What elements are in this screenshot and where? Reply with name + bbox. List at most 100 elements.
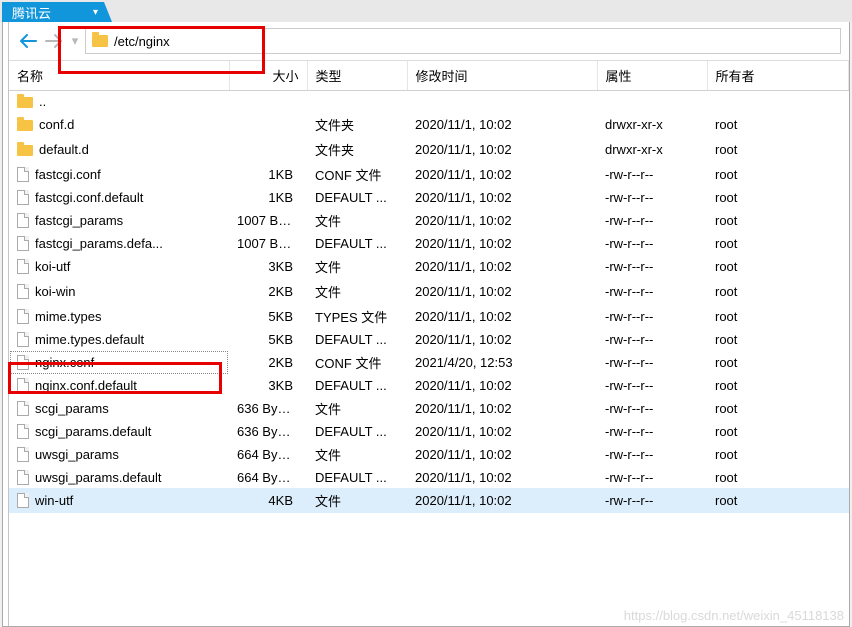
column-header[interactable]: 名称 xyxy=(9,61,229,91)
cell-type: 文件夹 xyxy=(307,112,407,137)
cell-perm xyxy=(597,91,707,113)
table-row[interactable]: mime.types5KBTYPES 文件2020/11/1, 10:02-rw… xyxy=(9,304,849,329)
history-dropdown[interactable]: ▾ xyxy=(69,30,81,52)
cell-size: 664 Bytes xyxy=(229,442,307,467)
table-row[interactable]: fastcgi_params1007 Bytes文件2020/11/1, 10:… xyxy=(9,208,849,233)
cell-mtime: 2020/11/1, 10:02 xyxy=(407,112,597,137)
chevron-down-icon: ▾ xyxy=(93,7,98,18)
file-icon xyxy=(17,213,29,228)
cell-type: 文件夹 xyxy=(307,137,407,162)
file-name: conf.d xyxy=(39,117,74,132)
table-row[interactable]: koi-utf3KB文件2020/11/1, 10:02-rw-r--r--ro… xyxy=(9,254,849,279)
file-name: default.d xyxy=(39,142,89,157)
column-header[interactable]: 所有者 xyxy=(707,61,849,91)
cell-owner: root xyxy=(707,329,849,350)
cell-type: 文件 xyxy=(307,488,407,513)
table-row[interactable]: koi-win2KB文件2020/11/1, 10:02-rw-r--r--ro… xyxy=(9,279,849,304)
cell-perm: drwxr-xr-x xyxy=(597,112,707,137)
cell-size: 3KB xyxy=(229,254,307,279)
cell-owner: root xyxy=(707,442,849,467)
forward-button[interactable] xyxy=(43,30,65,52)
table-row[interactable]: win-utf4KB文件2020/11/1, 10:02-rw-r--r--ro… xyxy=(9,488,849,513)
cell-type: 文件 xyxy=(307,279,407,304)
folder-icon xyxy=(17,97,33,108)
table-row[interactable]: scgi_params.default636 BytesDEFAULT ...2… xyxy=(9,421,849,442)
file-name: koi-utf xyxy=(35,259,70,274)
file-icon xyxy=(17,493,29,508)
file-name: uwsgi_params xyxy=(35,447,119,462)
back-button[interactable] xyxy=(17,30,39,52)
cell-mtime: 2020/11/1, 10:02 xyxy=(407,208,597,233)
cell-type: DEFAULT ... xyxy=(307,329,407,350)
table-row[interactable]: fastcgi_params.defa...1007 BytesDEFAULT … xyxy=(9,233,849,254)
cell-size: 1KB xyxy=(229,162,307,187)
file-icon xyxy=(17,190,29,205)
table-row[interactable]: .. xyxy=(9,91,849,113)
cell-perm: -rw-r--r-- xyxy=(597,442,707,467)
cell-type: DEFAULT ... xyxy=(307,421,407,442)
cell-perm: -rw-r--r-- xyxy=(597,254,707,279)
table-row[interactable]: nginx.conf.default3KBDEFAULT ...2020/11/… xyxy=(9,375,849,396)
cell-mtime: 2020/11/1, 10:02 xyxy=(407,442,597,467)
table-row[interactable]: fastcgi.conf.default1KBDEFAULT ...2020/1… xyxy=(9,187,849,208)
column-header[interactable]: 类型 xyxy=(307,61,407,91)
column-header[interactable]: 大小 xyxy=(229,61,307,91)
file-name: fastcgi_params.defa... xyxy=(35,236,163,251)
cell-type: 文件 xyxy=(307,442,407,467)
cell-size: 2KB xyxy=(229,279,307,304)
file-name: mime.types xyxy=(35,309,101,324)
cell-mtime: 2020/11/1, 10:02 xyxy=(407,329,597,350)
cell-size xyxy=(229,137,307,162)
file-name: fastcgi.conf xyxy=(35,167,101,182)
cell-owner: root xyxy=(707,112,849,137)
arrow-left-icon xyxy=(19,34,37,48)
cell-owner: root xyxy=(707,396,849,421)
cell-size: 5KB xyxy=(229,329,307,350)
file-name: fastcgi.conf.default xyxy=(35,190,143,205)
main-panel: ▾ /etc/nginx 名称大小类型修改时间属性所有者 .. conf.d 文件夹… xyxy=(2,22,850,627)
cell-type: DEFAULT ... xyxy=(307,187,407,208)
cell-owner: root xyxy=(707,421,849,442)
cell-owner: root xyxy=(707,350,849,375)
cell-owner: root xyxy=(707,375,849,396)
cell-mtime: 2020/11/1, 10:02 xyxy=(407,137,597,162)
file-name: koi-win xyxy=(35,284,75,299)
cell-perm: -rw-r--r-- xyxy=(597,304,707,329)
file-icon xyxy=(17,378,29,393)
cell-type: 文件 xyxy=(307,208,407,233)
cell-size xyxy=(229,112,307,137)
table-row[interactable]: default.d文件夹2020/11/1, 10:02drwxr-xr-xro… xyxy=(9,137,849,162)
file-name: scgi_params.default xyxy=(35,424,151,439)
cell-mtime: 2021/4/20, 12:53 xyxy=(407,350,597,375)
column-header[interactable]: 属性 xyxy=(597,61,707,91)
cell-perm: -rw-r--r-- xyxy=(597,233,707,254)
table-row[interactable]: scgi_params636 Bytes文件2020/11/1, 10:02-r… xyxy=(9,396,849,421)
path-input[interactable]: /etc/nginx xyxy=(85,28,841,54)
table-row[interactable]: nginx.conf2KBCONF 文件2021/4/20, 12:53-rw-… xyxy=(9,350,849,375)
file-list[interactable]: 名称大小类型修改时间属性所有者 ..conf.d文件夹2020/11/1, 10… xyxy=(9,61,849,626)
cell-size: 5KB xyxy=(229,304,307,329)
cell-mtime xyxy=(407,91,597,113)
file-icon xyxy=(17,355,29,370)
column-header[interactable]: 修改时间 xyxy=(407,61,597,91)
table-row[interactable]: conf.d 文件夹2020/11/1, 10:02drwxr-xr-xroot xyxy=(9,112,849,137)
cell-mtime: 2020/11/1, 10:02 xyxy=(407,279,597,304)
cell-owner: root xyxy=(707,137,849,162)
cell-size: 2KB xyxy=(229,350,307,375)
file-icon xyxy=(17,424,29,439)
cell-mtime: 2020/11/1, 10:02 xyxy=(407,187,597,208)
cell-perm: -rw-r--r-- xyxy=(597,350,707,375)
table-row[interactable]: mime.types.default5KBDEFAULT ...2020/11/… xyxy=(9,329,849,350)
cell-mtime: 2020/11/1, 10:02 xyxy=(407,304,597,329)
table-row[interactable]: fastcgi.conf1KBCONF 文件2020/11/1, 10:02-r… xyxy=(9,162,849,187)
session-tab[interactable]: 腾讯云 ▾ xyxy=(2,2,112,22)
watermark: https://blog.csdn.net/weixin_45118138 xyxy=(624,608,844,623)
cell-mtime: 2020/11/1, 10:02 xyxy=(407,233,597,254)
cell-owner: root xyxy=(707,304,849,329)
file-name: win-utf xyxy=(35,493,73,508)
table-row[interactable]: uwsgi_params.default664 BytesDEFAULT ...… xyxy=(9,467,849,488)
tab-bar: 腾讯云 ▾ xyxy=(0,0,852,22)
table-row[interactable]: uwsgi_params 664 Bytes文件2020/11/1, 10:02-… xyxy=(9,442,849,467)
cell-size: 664 Bytes xyxy=(229,467,307,488)
file-icon xyxy=(17,401,29,416)
